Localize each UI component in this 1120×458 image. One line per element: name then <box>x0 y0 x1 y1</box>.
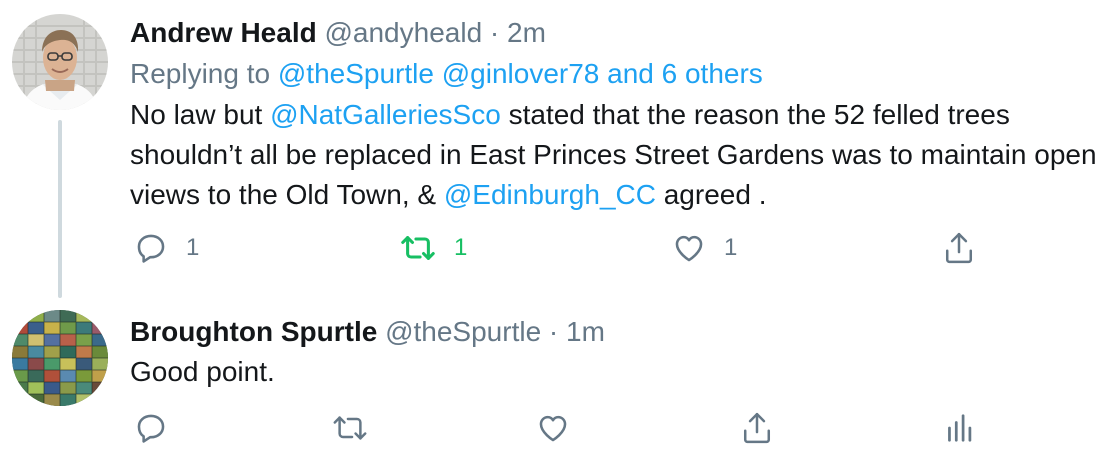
tweet-text: Good point. <box>130 356 275 387</box>
reply-count: 1 <box>186 234 200 261</box>
analytics-button[interactable] <box>944 408 974 448</box>
handle[interactable]: @andyheald <box>324 17 482 48</box>
share-button[interactable] <box>740 408 774 448</box>
avatar-andrew-heald[interactable] <box>12 14 108 110</box>
tweet-header: Andrew Heald @andyheald · 2m <box>130 13 1110 53</box>
share-icon <box>743 412 771 444</box>
tweet-header: Broughton Spurtle @theSpurtle · 1m <box>130 312 1110 352</box>
reply-icon <box>137 414 165 443</box>
like-count: 1 <box>724 234 738 261</box>
display-name[interactable]: Andrew Heald <box>130 17 317 48</box>
retweet-button[interactable] <box>332 408 368 448</box>
avatar-mosaic <box>12 310 108 406</box>
tweet-content: Broughton Spurtle @theSpurtle · 1m Good … <box>130 312 1110 392</box>
share-icon <box>945 232 973 264</box>
timestamp[interactable]: 2m <box>507 17 546 48</box>
tweet-text: No law but @NatGalleriesSco stated that … <box>130 95 1110 215</box>
retweet-button[interactable]: 1 <box>400 228 467 268</box>
avatar-photo <box>12 14 108 110</box>
tweet-actions: 1 1 1 <box>130 228 990 268</box>
share-button[interactable] <box>942 228 976 268</box>
avatar-broughton-spurtle[interactable] <box>12 310 108 406</box>
display-name[interactable]: Broughton Spurtle <box>130 316 377 347</box>
heart-icon <box>539 415 567 442</box>
timestamp[interactable]: 1m <box>566 316 605 347</box>
handle[interactable]: @theSpurtle <box>385 316 541 347</box>
mention-natgalleriessco[interactable]: @NatGalleriesSco <box>270 99 501 130</box>
separator: · <box>482 17 508 48</box>
mention-ginlover78[interactable]: @ginlover78 <box>442 58 600 89</box>
tweet-andrew-heald[interactable]: Andrew Heald @andyheald · 2m Replying to… <box>0 0 1120 298</box>
replying-to: Replying to @theSpurtle @ginlover78 and … <box>130 53 1110 95</box>
replying-to-label: Replying to <box>130 58 278 89</box>
others-link[interactable]: and 6 others <box>607 58 763 89</box>
mention-thespurtle[interactable]: @theSpurtle <box>278 58 434 89</box>
separator: · <box>541 316 567 347</box>
reply-button[interactable] <box>134 408 168 448</box>
thread-connector-line <box>58 120 62 298</box>
tweet-actions <box>130 408 990 448</box>
retweet-icon <box>333 416 367 440</box>
retweet-count: 1 <box>454 234 468 261</box>
like-button[interactable] <box>536 408 570 448</box>
like-button[interactable]: 1 <box>672 228 737 268</box>
reply-button[interactable]: 1 <box>134 228 199 268</box>
analytics-icon <box>948 414 972 442</box>
mention-edinburgh-cc[interactable]: @Edinburgh_CC <box>444 179 656 210</box>
tweet-broughton-spurtle[interactable]: Broughton Spurtle @theSpurtle · 1m Good … <box>0 290 1120 458</box>
tweet-text-part: No law but <box>130 99 271 130</box>
tweet-content: Andrew Heald @andyheald · 2m Replying to… <box>130 13 1110 215</box>
tweet-text-part: agreed . <box>655 179 767 210</box>
retweet-icon <box>401 236 435 260</box>
reply-icon <box>137 234 165 263</box>
heart-icon <box>675 235 703 262</box>
